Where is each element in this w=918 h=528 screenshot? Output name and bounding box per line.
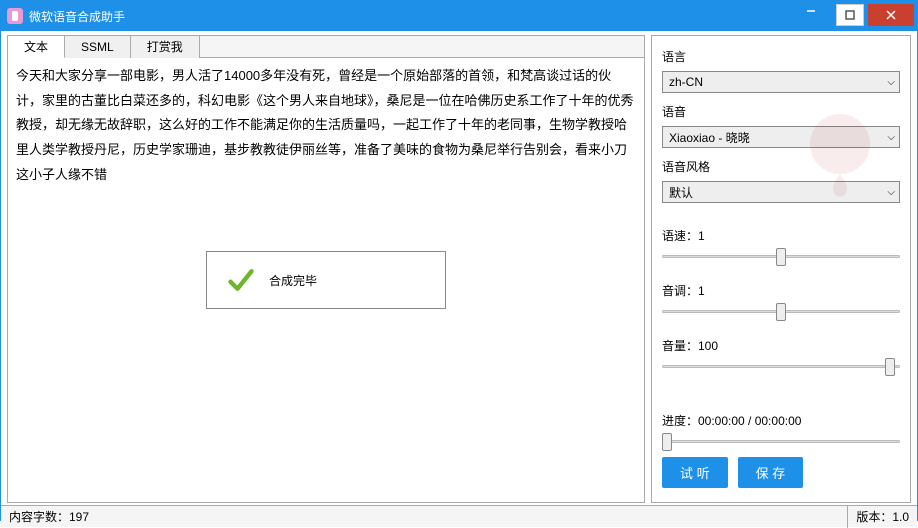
preview-button[interactable]: 试 听 [662, 457, 728, 488]
volume-label: 音量：100 [662, 337, 900, 354]
chevron-down-icon: ⌵ [887, 77, 895, 88]
save-button[interactable]: 保 存 [738, 457, 804, 488]
rate-slider-thumb[interactable] [776, 248, 786, 266]
tab-ssml[interactable]: SSML [65, 36, 131, 58]
style-label: 语音风格 [662, 158, 900, 175]
maximize-button[interactable] [836, 4, 864, 26]
app-window: 微软语音合成助手 文本 SSML 打赏我 合成完毕 [0, 0, 918, 521]
progress-slider[interactable] [662, 431, 900, 451]
tab-text[interactable]: 文本 [8, 36, 65, 58]
checkmark-icon [227, 266, 255, 294]
tab-bar: 文本 SSML 打赏我 [8, 36, 644, 58]
app-icon [7, 8, 23, 24]
voice-select[interactable]: Xiaoxiao - 晓晓 ⌵ [662, 126, 900, 148]
language-value: zh-CN [669, 75, 703, 89]
pitch-slider[interactable] [662, 301, 900, 321]
editor-panel: 文本 SSML 打赏我 合成完毕 [7, 35, 645, 503]
char-count: 内容字数：197 [9, 508, 89, 525]
voice-label: 语音 [662, 103, 900, 120]
minimize-button[interactable] [788, 0, 834, 19]
titlebar[interactable]: 微软语音合成助手 [1, 1, 917, 31]
status-bar: 内容字数：197 版本：1.0 [1, 505, 917, 527]
volume-slider-thumb[interactable] [885, 358, 895, 376]
settings-panel: 语言 zh-CN ⌵ 语音 Xiaoxiao - 晓晓 ⌵ 语音风格 默认 ⌵ … [651, 35, 911, 503]
chevron-down-icon: ⌵ [887, 187, 895, 198]
voice-value: Xiaoxiao - 晓晓 [669, 129, 750, 146]
volume-slider[interactable] [662, 356, 900, 376]
style-value: 默认 [669, 184, 693, 201]
version-label: 版本：1.0 [856, 508, 909, 525]
tab-donate[interactable]: 打赏我 [131, 36, 200, 58]
rate-label: 语速：1 [662, 227, 900, 244]
progress-slider-thumb[interactable] [662, 433, 672, 451]
pitch-slider-thumb[interactable] [776, 303, 786, 321]
chevron-down-icon: ⌵ [887, 132, 895, 143]
language-label: 语言 [662, 48, 900, 65]
toast-message: 合成完毕 [269, 272, 317, 289]
pitch-label: 音调：1 [662, 282, 900, 299]
language-select[interactable]: zh-CN ⌵ [662, 71, 900, 93]
status-toast: 合成完毕 [206, 251, 446, 309]
style-select[interactable]: 默认 ⌵ [662, 181, 900, 203]
close-button[interactable] [868, 4, 914, 26]
window-title: 微软语音合成助手 [29, 8, 125, 25]
progress-label: 进度：00:00:00 / 00:00:00 [662, 412, 900, 429]
rate-slider[interactable] [662, 246, 900, 266]
